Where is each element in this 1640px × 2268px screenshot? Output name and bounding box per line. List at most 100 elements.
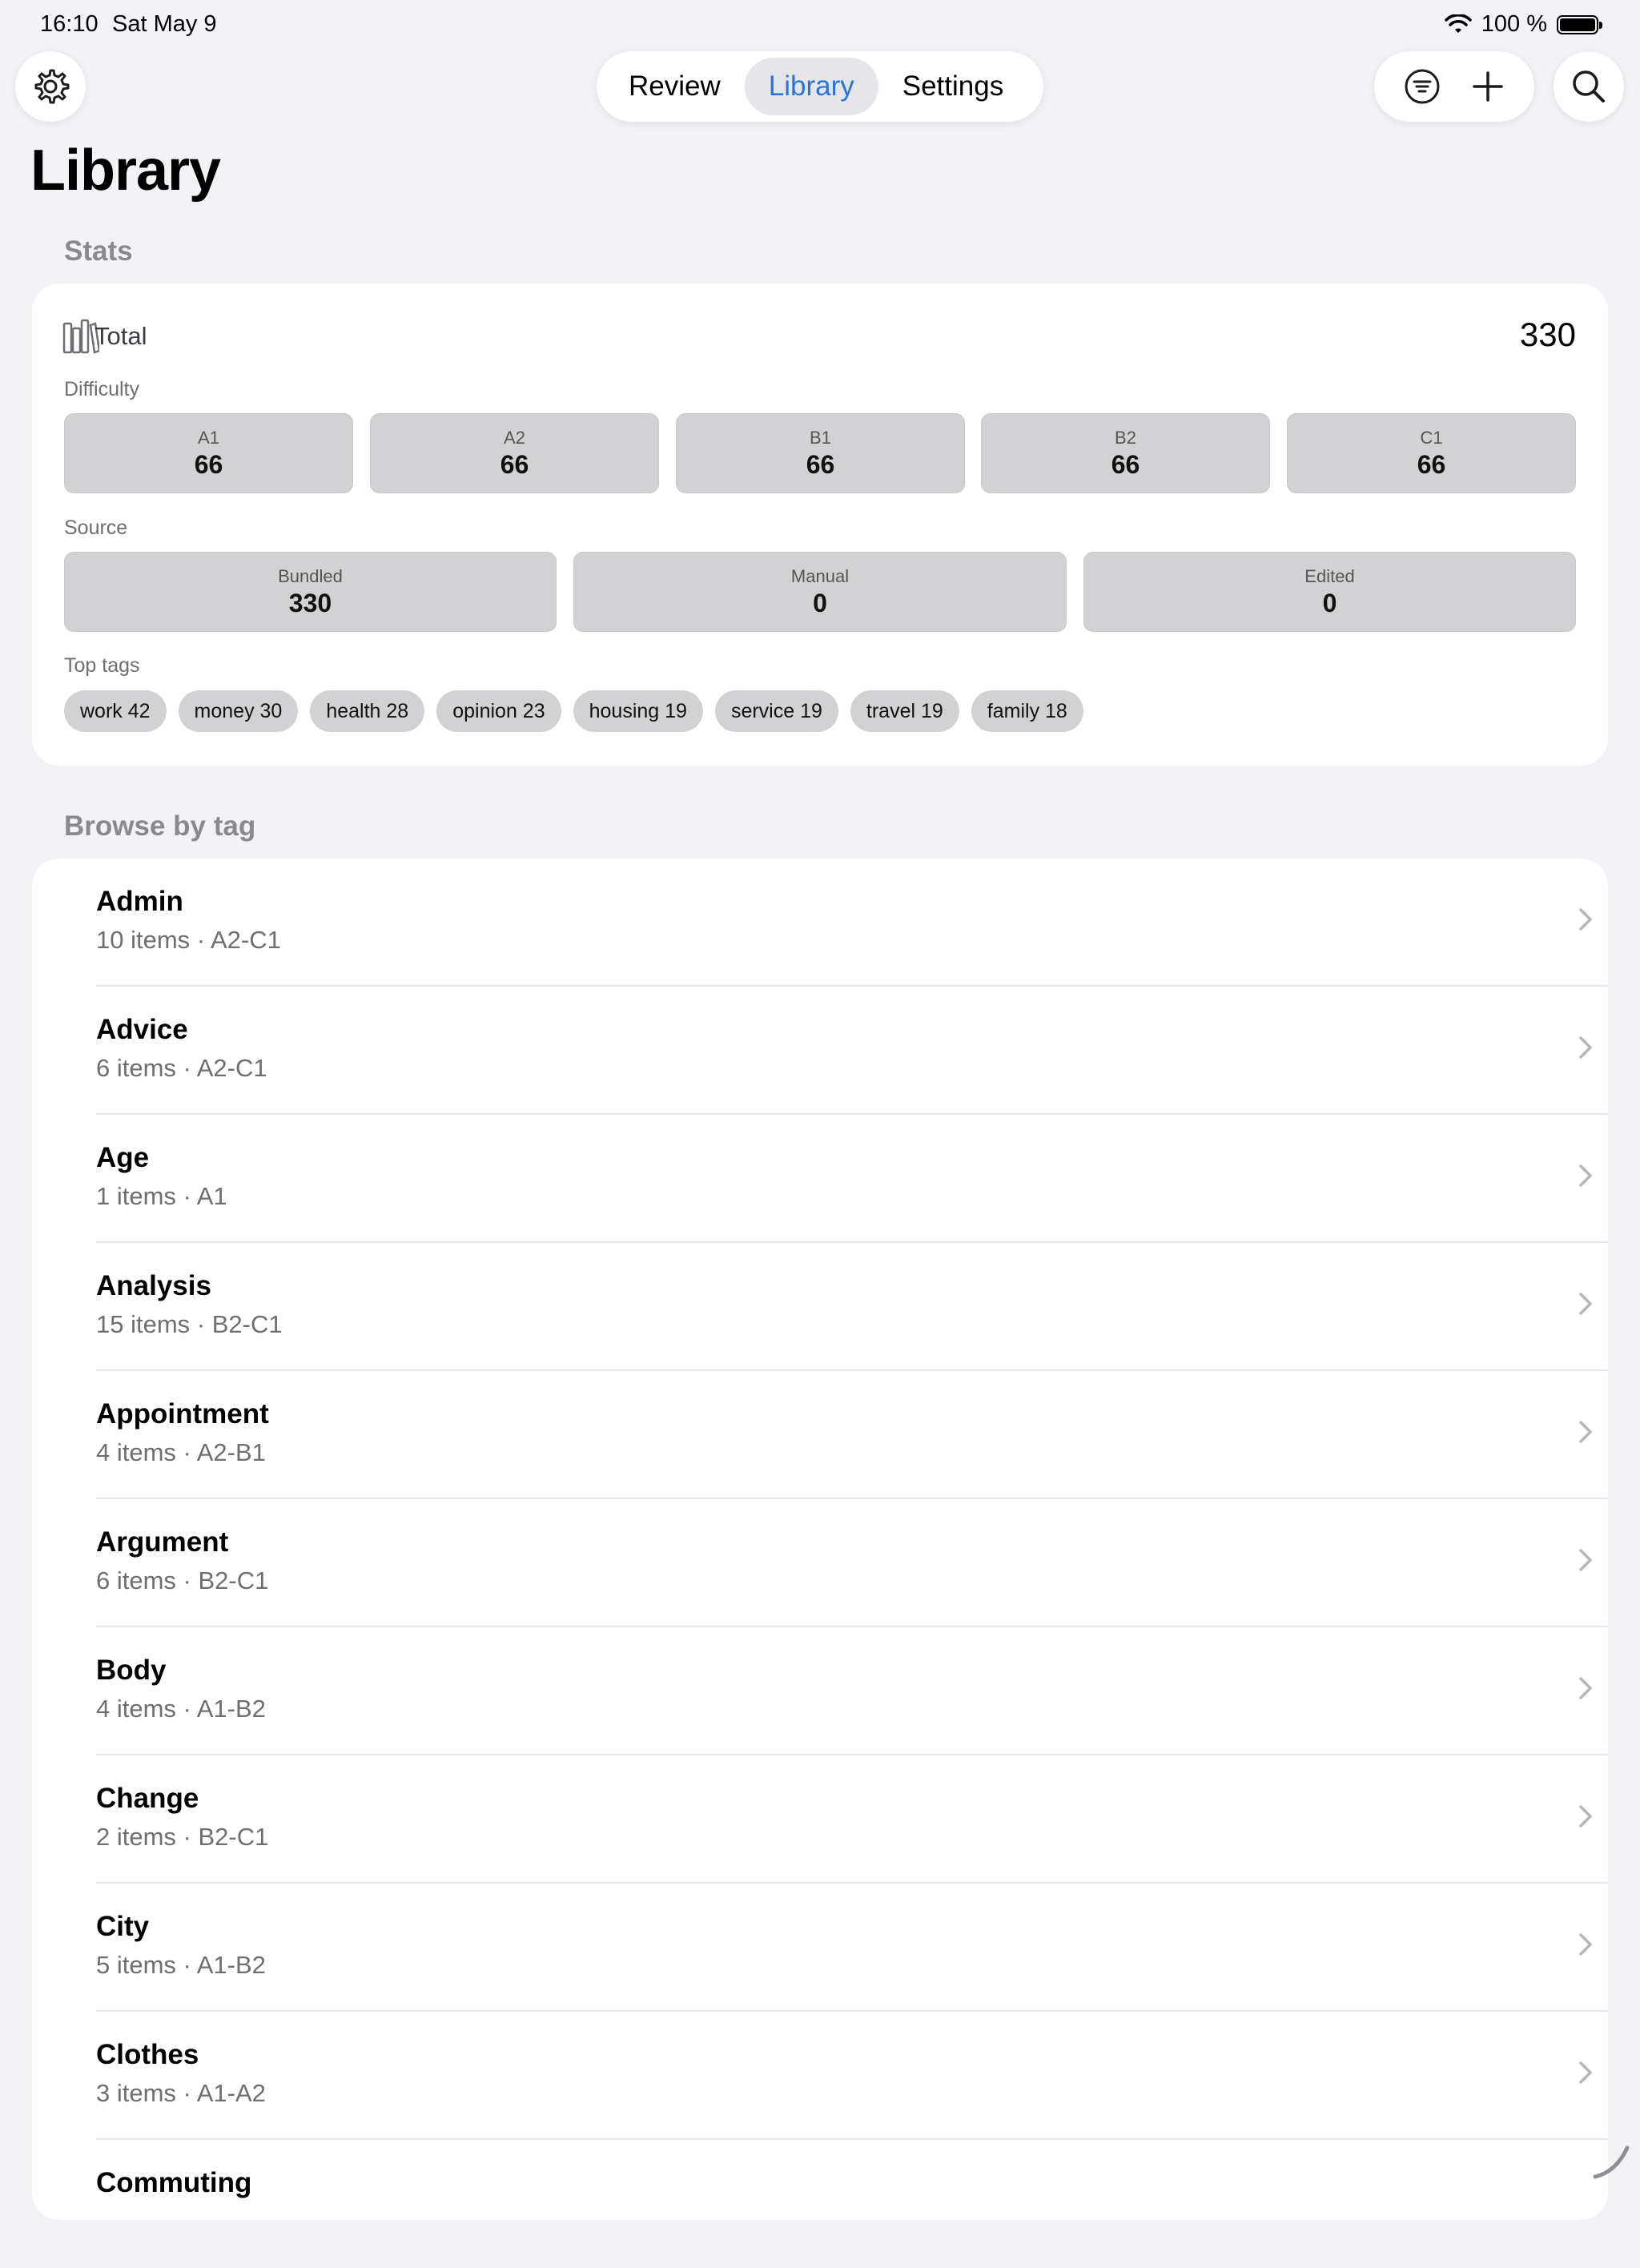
list-item-subtitle: 5 items · A1-B2 (96, 1951, 266, 1979)
tile-value: 66 (500, 449, 529, 479)
chevron-right-icon (1579, 1549, 1592, 1571)
tile-label: B1 (810, 427, 831, 448)
wifi-icon (1445, 14, 1472, 33)
list-item-title: City (96, 1911, 150, 1942)
tile-label: B2 (1115, 427, 1136, 448)
list-item[interactable]: Argument 6 items · B2-C1 (64, 1499, 1608, 1627)
tile-label: Edited (1304, 565, 1355, 586)
list-item-title: Age (96, 1142, 150, 1173)
tile-label: A1 (198, 427, 219, 448)
difficulty-tile-a2[interactable]: A2 66 (370, 413, 659, 493)
list-item[interactable]: Age 1 items · A1 (64, 1115, 1608, 1243)
chevron-right-icon (1579, 1421, 1592, 1443)
status-time: 16:10 (40, 11, 98, 37)
tile-label: A2 (504, 427, 525, 448)
list-item-title: Analysis (96, 1270, 211, 1301)
source-tile-bundled[interactable]: Bundled 330 (64, 552, 557, 632)
battery-icon (1557, 14, 1602, 34)
tile-label: C1 (1420, 427, 1443, 448)
list-item[interactable]: Advice 6 items · A2-C1 (64, 987, 1608, 1115)
list-item-subtitle: 4 items · A2-B1 (96, 1438, 266, 1466)
source-tile-manual[interactable]: Manual 0 (573, 552, 1067, 632)
tile-value: 66 (1111, 449, 1140, 479)
chevron-right-icon (1579, 1805, 1592, 1828)
list-item-title: Clothes (96, 2039, 199, 2070)
toolbar-actions (1374, 51, 1534, 122)
total-label: Total (94, 322, 147, 350)
tag-chip-work[interactable]: work 42 (64, 690, 167, 732)
chevron-right-icon (1579, 1164, 1592, 1187)
tab-library[interactable]: Library (744, 58, 878, 115)
tile-value: 0 (1322, 588, 1337, 617)
list-item-subtitle: 6 items · B2-C1 (96, 1566, 269, 1594)
tile-value: 330 (288, 588, 332, 617)
list-item-title: Advice (96, 1014, 188, 1045)
list-item[interactable]: Analysis 15 items · B2-C1 (64, 1243, 1608, 1371)
stats-header: Stats (64, 235, 133, 267)
page-title: Library (30, 139, 221, 203)
list-item-title: Argument (96, 1526, 229, 1558)
list-item[interactable]: City 5 items · A1-B2 (64, 1884, 1608, 2012)
list-item[interactable]: Appointment 4 items · A2-B1 (64, 1371, 1608, 1499)
difficulty-tile-b2[interactable]: B2 66 (981, 413, 1270, 493)
total-value: 330 (1519, 316, 1576, 353)
list-item-title: Body (96, 1655, 167, 1686)
list-item-subtitle: 3 items · A1-A2 (96, 2079, 266, 2107)
scroll-indicator (1593, 2145, 1630, 2179)
list-item-subtitle: 15 items · B2-C1 (96, 1310, 283, 1338)
list-item[interactable]: Body 4 items · A1-B2 (64, 1627, 1608, 1755)
gear-icon (34, 69, 70, 104)
tab-review[interactable]: Review (605, 58, 745, 115)
list-item[interactable]: Clothes 3 items · A1-A2 (64, 2012, 1608, 2140)
chevron-right-icon (1579, 1677, 1592, 1699)
tile-label: Bundled (278, 565, 343, 586)
difficulty-tile-b1[interactable]: B1 66 (676, 413, 965, 493)
list-item-subtitle: 10 items · A2-C1 (96, 926, 281, 954)
list-item[interactable]: Commuting (64, 2140, 1608, 2268)
status-indicators: 100 % (1445, 11, 1602, 38)
source-tile-edited[interactable]: Edited 0 (1083, 552, 1576, 632)
chevron-right-icon (1579, 1293, 1592, 1315)
chevron-right-icon (1579, 908, 1592, 931)
list-item-subtitle: 6 items · A2-C1 (96, 1054, 267, 1082)
tag-chip-housing[interactable]: housing 19 (573, 690, 703, 732)
status-date: Sat May 9 (112, 11, 217, 37)
battery-percentage: 100 % (1481, 11, 1547, 37)
search-button[interactable] (1554, 51, 1624, 122)
difficulty-label: Difficulty (64, 378, 140, 400)
gear-button[interactable] (15, 51, 86, 122)
list-item-title: Admin (96, 886, 183, 917)
tag-chip-health[interactable]: health 28 (310, 690, 425, 732)
tile-value: 66 (806, 449, 835, 479)
tab-bar: Review Library Settings (597, 51, 1043, 122)
tag-chip-service[interactable]: service 19 (714, 690, 838, 732)
plus-icon (1473, 71, 1503, 102)
top-tags-label: Top tags (64, 654, 140, 677)
browse-header: Browse by tag (64, 810, 256, 842)
tag-chip-travel[interactable]: travel 19 (850, 690, 959, 732)
add-button[interactable] (1471, 70, 1505, 103)
list-item-subtitle: 2 items · B2-C1 (96, 1823, 269, 1851)
list-item[interactable]: Change 2 items · B2-C1 (64, 1755, 1608, 1884)
tag-chip-opinion[interactable]: opinion 23 (436, 690, 561, 732)
filter-icon (1405, 69, 1440, 104)
tile-value: 0 (813, 588, 827, 617)
list-item-subtitle: 1 items · A1 (96, 1182, 227, 1210)
tag-chip-money[interactable]: money 30 (178, 690, 299, 732)
tile-value: 66 (194, 449, 223, 479)
chevron-right-icon (1579, 1933, 1592, 1956)
tag-chip-family[interactable]: family 18 (971, 690, 1083, 732)
top-tags-list: work 42 money 30 health 28 opinion 23 ho… (64, 690, 1083, 732)
filter-button[interactable] (1404, 68, 1441, 105)
tab-settings[interactable]: Settings (878, 58, 1027, 115)
list-item-subtitle: 4 items · A1-B2 (96, 1695, 266, 1723)
search-icon (1573, 70, 1605, 103)
list-item-title: Commuting (96, 2167, 252, 2198)
browse-list: Admin 10 items · A2-C1 Advice 6 items · … (32, 859, 1608, 2220)
difficulty-tile-a1[interactable]: A1 66 (64, 413, 353, 493)
list-item[interactable]: Admin 10 items · A2-C1 (64, 859, 1608, 987)
list-item-title: Change (96, 1783, 199, 1814)
difficulty-tile-c1[interactable]: C1 66 (1287, 413, 1576, 493)
list-item-title: Appointment (96, 1398, 269, 1430)
tile-value: 66 (1417, 449, 1446, 479)
